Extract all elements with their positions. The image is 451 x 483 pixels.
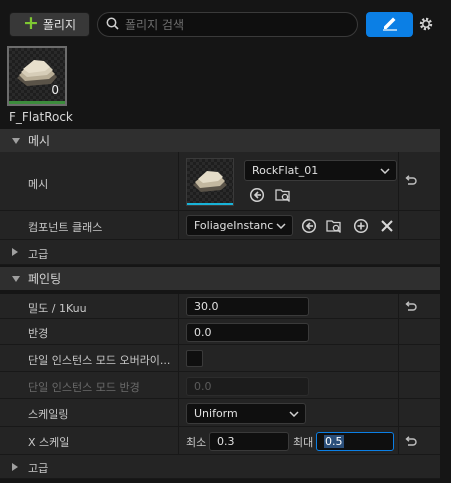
scaling-value: Uniform — [194, 407, 238, 420]
advanced-group-2[interactable]: 고급 — [0, 455, 440, 479]
x-scale-row: X 스케일 최소 0.3 최대 0.5 — [0, 427, 440, 455]
clear-class-icon[interactable] — [378, 217, 396, 235]
reset-mesh-icon[interactable] — [402, 174, 418, 188]
radius-row: 반경 0.0 — [0, 319, 440, 345]
collapse-arrow-icon — [12, 275, 20, 282]
max-label: 최대 — [293, 436, 314, 449]
single-instance-override-row: 단일 인스턴스 모드 오버라이... — [0, 345, 440, 372]
radius-field[interactable]: 0.0 — [186, 323, 309, 342]
search-icon — [106, 17, 119, 33]
foliage-tile[interactable]: 0 — [7, 46, 67, 106]
instance-count: 0 — [51, 83, 59, 97]
density-value: 30.0 — [194, 300, 219, 313]
chevron-down-icon — [289, 407, 299, 420]
reset-density-icon[interactable] — [402, 300, 418, 314]
advanced-1-title: 고급 — [28, 248, 49, 261]
mesh-asset-combo[interactable]: RockFlat_01 — [244, 160, 397, 181]
category-painting-title: 페인팅 — [28, 272, 62, 286]
single-instance-override-checkbox[interactable] — [186, 350, 203, 367]
single-instance-radius-field: 0.0 — [186, 377, 309, 396]
foliage-tile-label: F_FlatRock — [9, 110, 73, 124]
mesh-thumbnail[interactable] — [186, 158, 234, 206]
single-instance-radius-row: 단일 인스턴스 모드 반경 0.0 — [0, 372, 440, 399]
component-class-combo[interactable]: FoliageInstanc — [186, 215, 293, 236]
mesh-asset-value: RockFlat_01 — [252, 164, 319, 177]
advanced-group-1[interactable]: 고급 — [0, 240, 440, 265]
add-foliage-button[interactable]: + 폴리지 — [9, 12, 90, 37]
min-scale-value: 0.3 — [217, 435, 235, 448]
mesh-row: 메시 RockFlat_01 — [0, 152, 440, 211]
add-class-icon[interactable] — [352, 217, 370, 235]
add-foliage-label: 폴리지 — [42, 18, 77, 32]
reset-scale-icon[interactable] — [402, 435, 418, 449]
pencil-icon — [382, 15, 398, 34]
browse-asset-icon[interactable] — [274, 186, 292, 204]
foliage-search[interactable] — [97, 12, 358, 37]
tile-active-bar — [9, 101, 65, 104]
category-painting[interactable]: 페인팅 — [0, 267, 440, 290]
details-scrollbar[interactable] — [441, 46, 451, 483]
expand-arrow-icon — [12, 248, 18, 256]
settings-gear-icon[interactable] — [417, 14, 435, 34]
radius-label: 반경 — [28, 327, 49, 340]
min-scale-field[interactable]: 0.3 — [209, 432, 289, 451]
rock-mesh-icon — [187, 159, 233, 205]
advanced-2-title: 고급 — [28, 462, 49, 475]
category-mesh[interactable]: 메시 — [0, 129, 440, 152]
component-class-label: 컴포넌트 클래스 — [28, 221, 103, 234]
use-selected-class-icon[interactable] — [300, 217, 318, 235]
browse-class-icon[interactable] — [325, 217, 343, 235]
single-instance-radius-label: 단일 인스턴스 모드 반경 — [28, 381, 140, 394]
min-label: 최소 — [186, 436, 207, 449]
density-label: 밀도 / 1Kuu — [28, 302, 87, 315]
density-row: 밀도 / 1Kuu 30.0 — [0, 294, 440, 319]
component-class-row: 컴포넌트 클래스 FoliageInstanc — [0, 211, 440, 240]
category-mesh-title: 메시 — [28, 134, 51, 148]
search-input[interactable] — [125, 17, 345, 32]
max-scale-field[interactable]: 0.5 — [316, 432, 394, 451]
x-scale-label: X 스케일 — [28, 436, 70, 449]
collapse-arrow-icon — [12, 137, 20, 144]
single-instance-radius-value: 0.0 — [194, 380, 212, 393]
chevron-down-icon — [380, 164, 390, 177]
chevron-down-icon — [276, 219, 286, 232]
single-instance-override-label: 단일 인스턴스 모드 오버라이... — [28, 354, 171, 367]
use-selected-asset-icon[interactable] — [248, 186, 266, 204]
edit-button[interactable] — [366, 12, 413, 37]
mesh-label: 메시 — [28, 178, 49, 191]
scaling-row: 스케일링 Uniform — [0, 399, 440, 427]
max-scale-value: 0.5 — [324, 435, 344, 448]
expand-arrow-icon — [12, 463, 18, 471]
plus-icon: + — [22, 12, 39, 34]
scaling-combo[interactable]: Uniform — [186, 403, 306, 424]
scaling-label: 스케일링 — [28, 408, 69, 421]
radius-value: 0.0 — [194, 326, 212, 339]
foliage-toolbar: + 폴리지 — [0, 0, 451, 46]
component-class-value: FoliageInstanc — [194, 219, 274, 232]
density-field[interactable]: 30.0 — [186, 297, 309, 316]
